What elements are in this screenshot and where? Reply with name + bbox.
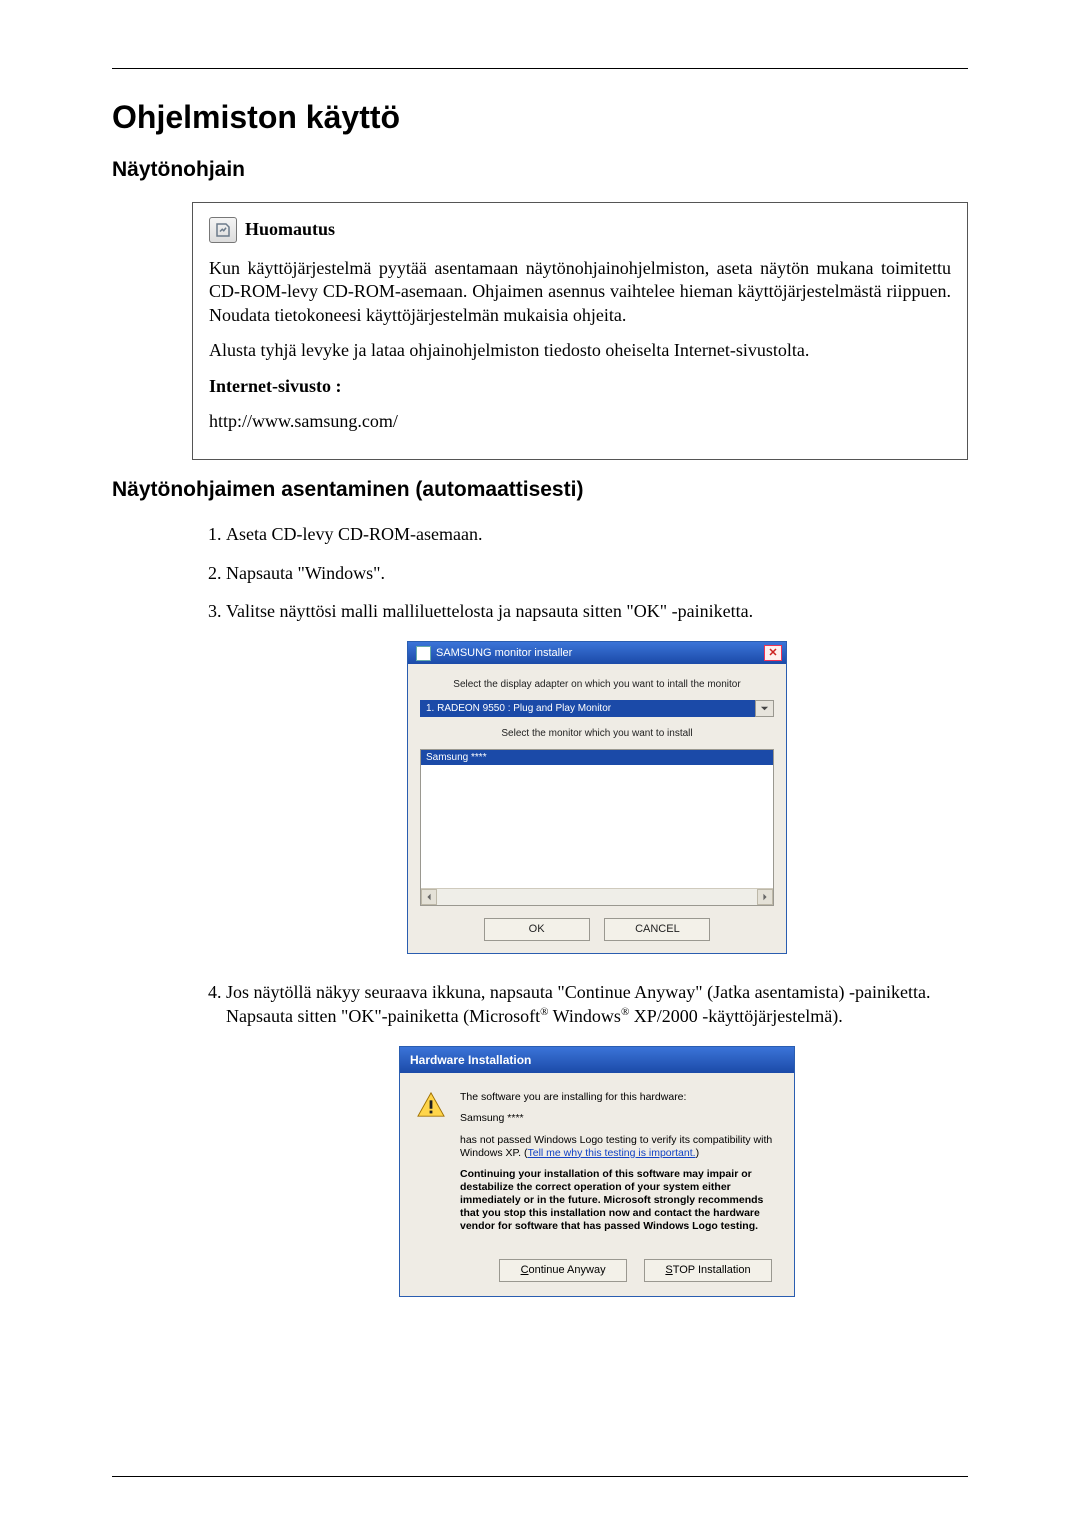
horizontal-scrollbar[interactable] bbox=[421, 888, 773, 905]
dialog1-titlebar: SAMSUNG monitor installer ✕ bbox=[408, 642, 786, 664]
ok-button[interactable]: OK bbox=[484, 918, 590, 941]
stop-installation-button[interactable]: STOP Installation bbox=[644, 1259, 772, 1282]
step-4: Jos näytöllä näkyy seuraava ikkuna, naps… bbox=[226, 980, 968, 1298]
scroll-track[interactable] bbox=[437, 889, 757, 905]
note-site-label: Internet-sivusto : bbox=[209, 375, 951, 398]
section-heading-driver: Näytönohjain bbox=[112, 158, 968, 182]
document-page: Ohjelmiston käyttö Näytönohjain Huomautu… bbox=[0, 0, 1080, 1527]
continue-mnemonic: C bbox=[521, 1264, 529, 1276]
dialog2-line-2: Samsung **** bbox=[460, 1112, 778, 1125]
cancel-button[interactable]: CANCEL bbox=[604, 918, 710, 941]
monitor-list-selected: Samsung **** bbox=[421, 750, 773, 766]
stop-mnemonic: S bbox=[665, 1264, 672, 1276]
ordered-steps: Aseta CD-levy CD-ROM-asemaan. Napsauta "… bbox=[192, 522, 968, 1297]
step-2: Napsauta "Windows". bbox=[226, 561, 968, 585]
dialog2-line-3b: ) bbox=[696, 1147, 700, 1159]
dialog2-message: The software you are installing for this… bbox=[460, 1091, 778, 1241]
dialog1-title: SAMSUNG monitor installer bbox=[436, 646, 572, 661]
dialog2-titlebar: Hardware Installation bbox=[400, 1047, 794, 1073]
screenshot-1-wrap: SAMSUNG monitor installer ✕ Select the d… bbox=[226, 641, 968, 953]
step-4-text-c: XP/2000 -käyttöjärjestelmä). bbox=[629, 1006, 842, 1026]
scroll-left-icon[interactable] bbox=[421, 889, 437, 905]
dialog2-line-1: The software you are installing for this… bbox=[460, 1091, 778, 1104]
page-title: Ohjelmiston käyttö bbox=[112, 99, 968, 136]
close-icon[interactable]: ✕ bbox=[764, 645, 782, 661]
adapter-combo-value: 1. RADEON 9550 : Plug and Play Monitor bbox=[420, 700, 755, 718]
dialog1-body: Select the display adapter on which you … bbox=[408, 664, 786, 952]
dialog1-instruction-1: Select the display adapter on which you … bbox=[420, 678, 774, 692]
note-icon bbox=[209, 217, 237, 243]
dialog2-line-4: Continuing your installation of this sof… bbox=[460, 1168, 778, 1234]
dialog2-body: The software you are installing for this… bbox=[400, 1073, 794, 1296]
hardware-installation-dialog: Hardware Installation bbox=[399, 1046, 795, 1297]
dialog2-title: Hardware Installation bbox=[410, 1053, 531, 1067]
chevron-down-icon[interactable] bbox=[755, 700, 774, 718]
scroll-right-icon[interactable] bbox=[757, 889, 773, 905]
dialog2-button-row: Continue Anyway STOP Installation bbox=[416, 1259, 778, 1282]
dialog1-instruction-2: Select the monitor which you want to ins… bbox=[420, 727, 774, 741]
adapter-combo[interactable]: 1. RADEON 9550 : Plug and Play Monitor bbox=[420, 700, 774, 718]
step-1: Aseta CD-levy CD-ROM-asemaan. bbox=[226, 522, 968, 546]
dialog2-line-3: has not passed Windows Logo testing to v… bbox=[460, 1134, 778, 1160]
step-3: Valitse näyttösi malli malliluettelosta … bbox=[226, 599, 968, 954]
app-icon bbox=[416, 646, 431, 661]
monitor-listbox[interactable]: Samsung **** bbox=[420, 749, 774, 906]
samsung-installer-dialog: SAMSUNG monitor installer ✕ Select the d… bbox=[407, 641, 787, 953]
note-url-link[interactable]: http://www.samsung.com/ bbox=[209, 411, 398, 431]
note-heading-text: Huomautus bbox=[245, 218, 335, 241]
why-testing-link[interactable]: Tell me why this testing is important. bbox=[528, 1147, 696, 1159]
step-3-text: Valitse näyttösi malli malliluettelosta … bbox=[226, 601, 753, 621]
step-4-text-b: Windows bbox=[548, 1006, 620, 1026]
screenshot-2-wrap: Hardware Installation bbox=[226, 1046, 968, 1297]
top-rule bbox=[112, 68, 968, 69]
note-heading-row: Huomautus bbox=[209, 217, 951, 243]
dialog1-button-row: OK CANCEL bbox=[420, 918, 774, 941]
section-heading-install-auto: Näytönohjaimen asentaminen (automaattise… bbox=[112, 478, 968, 502]
warning-icon bbox=[416, 1091, 446, 1119]
continue-label-rest: ontinue Anyway bbox=[529, 1264, 606, 1276]
bottom-rule bbox=[112, 1476, 968, 1477]
note-paragraph-2: Alusta tyhjä levyke ja lataa ohjainohjel… bbox=[209, 339, 951, 362]
note-paragraph-1: Kun käyttöjärjestelmä pyytää asentamaan … bbox=[209, 257, 951, 327]
note-box: Huomautus Kun käyttöjärjestelmä pyytää a… bbox=[192, 202, 968, 460]
continue-anyway-button[interactable]: Continue Anyway bbox=[499, 1259, 627, 1282]
stop-label-rest: TOP Installation bbox=[673, 1264, 751, 1276]
